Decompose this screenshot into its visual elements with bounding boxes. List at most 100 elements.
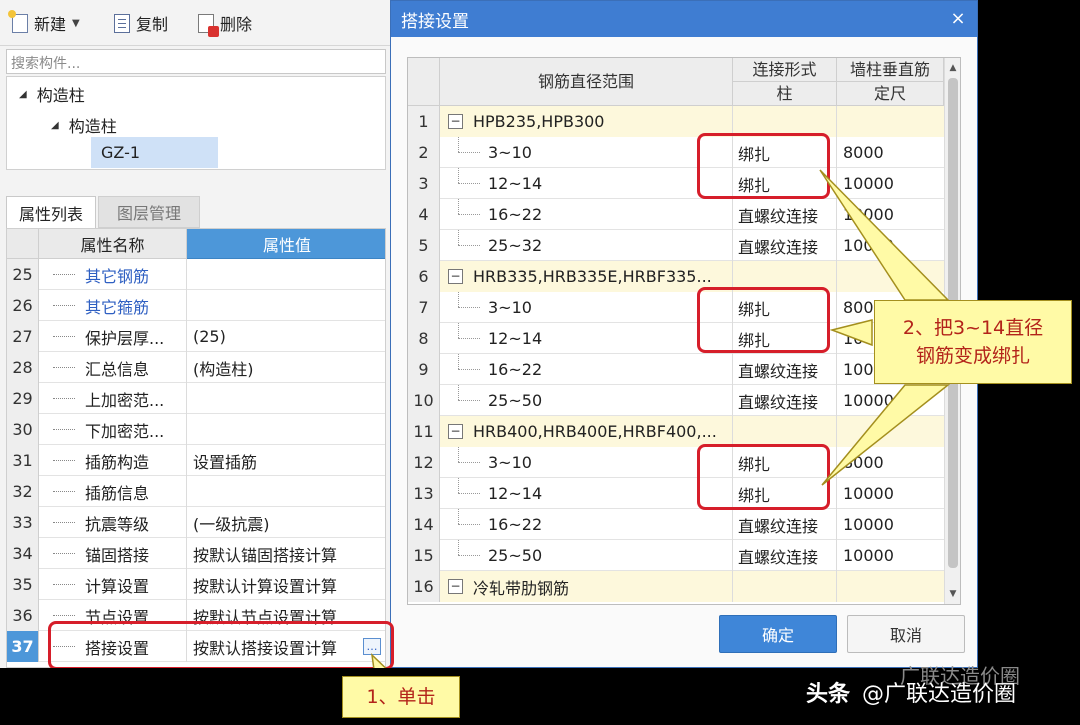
connection-cell[interactable]: 直螺纹连接	[733, 509, 837, 540]
property-value[interactable]: (构造柱)	[187, 352, 385, 383]
delete-button[interactable]: 删除	[198, 11, 253, 37]
grid-row[interactable]: 9 16~22 直螺纹连接 10000	[408, 354, 944, 385]
fixed-length-cell[interactable]	[837, 416, 944, 447]
copy-button[interactable]: 复制	[114, 11, 168, 35]
grid-row[interactable]: 12 3~10 绑扎 8000	[408, 447, 944, 478]
tree-item-gz1[interactable]: GZ-1	[101, 143, 140, 162]
grid-row-number: 4	[408, 199, 440, 230]
grid-row[interactable]: 8 12~14 绑扎 10000	[408, 323, 944, 354]
property-value[interactable]	[187, 476, 385, 507]
fixed-length-cell[interactable]: 8000	[837, 137, 944, 168]
close-icon[interactable]: ×	[947, 7, 969, 29]
chevron-down-icon[interactable]: ▼	[72, 18, 80, 29]
copy-button-label: 复制	[136, 15, 169, 34]
tree-item-child[interactable]: ◢ 构造柱	[51, 113, 117, 137]
connection-cell[interactable]	[733, 571, 837, 602]
fixed-length-cell[interactable]	[837, 571, 944, 602]
property-row[interactable]: 25 其它钢筋	[7, 259, 385, 290]
grid-group-row[interactable]: 16− 冷轧带肋钢筋	[408, 571, 944, 602]
ok-button[interactable]: 确定	[719, 615, 837, 653]
property-row[interactable]: 32 插筋信息	[7, 476, 385, 507]
grid-row-number: 11	[408, 416, 440, 447]
grid-group-row[interactable]: 1− HPB235,HPB300	[408, 106, 944, 137]
fixed-length-cell[interactable]: 10000	[837, 509, 944, 540]
property-row[interactable]: 31 插筋构造 设置插筋	[7, 445, 385, 476]
property-value[interactable]	[187, 383, 385, 414]
property-value[interactable]: 按默认锚固搭接计算	[187, 538, 385, 569]
property-value[interactable]: 设置插筋	[187, 445, 385, 476]
fixed-length-cell[interactable]	[837, 106, 944, 137]
property-value[interactable]: 按默认计算设置计算	[187, 569, 385, 600]
cancel-button[interactable]: 取消	[847, 615, 965, 653]
grid-group-row[interactable]: 11− HRB400,HRB400E,HRBF400,...	[408, 416, 944, 447]
diameter-range-cell: 16~22	[440, 509, 733, 540]
tab-layers[interactable]: 图层管理	[98, 196, 200, 228]
diameter-range-text: 25~50	[488, 391, 543, 410]
fixed-length-cell[interactable]: 10000	[837, 385, 944, 416]
fixed-length-cell[interactable]: 10000	[837, 478, 944, 509]
property-value[interactable]	[187, 414, 385, 445]
connection-cell[interactable]	[733, 416, 837, 447]
property-row[interactable]: 27 保护层厚... (25)	[7, 321, 385, 352]
diameter-range-cell: 12~14	[440, 478, 733, 509]
property-row[interactable]: 30 下加密范...	[7, 414, 385, 445]
fixed-length-cell[interactable]	[837, 261, 944, 292]
property-value[interactable]: (25)	[187, 321, 385, 352]
grid-row-number: 1	[408, 106, 440, 137]
new-button[interactable]: 新建 ▼	[8, 9, 80, 35]
scroll-down-icon[interactable]: ▼	[945, 586, 960, 602]
collapse-icon[interactable]: −	[448, 269, 463, 284]
property-row[interactable]: 33 抗震等级 (一级抗震)	[7, 507, 385, 538]
grid-row[interactable]: 14 16~22 直螺纹连接 10000	[408, 509, 944, 540]
grid-header-connection: 连接形式	[733, 58, 837, 82]
grid-row[interactable]: 7 3~10 绑扎 8000	[408, 292, 944, 323]
tree-item-label: 构造柱	[36, 86, 85, 105]
search-input[interactable]: 搜索构件...	[6, 49, 386, 74]
connection-cell[interactable]: 直螺纹连接	[733, 354, 837, 385]
property-row[interactable]: 34 锚固搭接 按默认锚固搭接计算	[7, 538, 385, 569]
collapse-icon[interactable]: −	[448, 579, 463, 594]
grid-row[interactable]: 4 16~22 直螺纹连接 10000	[408, 199, 944, 230]
expand-triangle-icon[interactable]: ◢	[51, 120, 59, 131]
connection-cell[interactable]: 直螺纹连接	[733, 199, 837, 230]
property-value[interactable]	[187, 259, 385, 290]
connection-cell[interactable]: 直螺纹连接	[733, 385, 837, 416]
property-row[interactable]: 26 其它箍筋	[7, 290, 385, 321]
property-row[interactable]: 28 汇总信息 (构造柱)	[7, 352, 385, 383]
grid-row[interactable]: 3 12~14 绑扎 10000	[408, 168, 944, 199]
scroll-up-icon[interactable]: ▲	[945, 60, 960, 76]
property-row-number: 35	[7, 569, 39, 600]
delete-button-label: 删除	[220, 15, 253, 34]
connection-cell[interactable]: 直螺纹连接	[733, 230, 837, 261]
collapse-icon[interactable]: −	[448, 424, 463, 439]
diameter-range-text: 3~10	[488, 298, 532, 317]
callout-step2-line2: 钢筋变成绑扎	[915, 345, 1030, 367]
property-value[interactable]	[187, 290, 385, 321]
grid-row[interactable]: 5 25~32 直螺纹连接 10000	[408, 230, 944, 261]
fixed-length-cell[interactable]: 10000	[837, 168, 944, 199]
collapse-icon[interactable]: −	[448, 114, 463, 129]
grid-row[interactable]: 13 12~14 绑扎 10000	[408, 478, 944, 509]
property-table: 属性名称 属性值 25 其它钢筋 26 其它箍筋 27 保护层厚... (25) 28 汇总信息…	[6, 228, 386, 668]
grid-row[interactable]: 10 25~50 直螺纹连接 10000	[408, 385, 944, 416]
fixed-length-cell[interactable]: 8000	[837, 447, 944, 478]
connection-cell[interactable]: 直螺纹连接	[733, 540, 837, 571]
property-row[interactable]: 35 计算设置 按默认计算设置计算	[7, 569, 385, 600]
new-button-label: 新建	[34, 15, 67, 34]
fixed-length-cell[interactable]: 10000	[837, 199, 944, 230]
tab-properties[interactable]: 属性列表	[6, 196, 96, 228]
grid-row-number: 16	[408, 571, 440, 602]
property-name: 计算设置	[39, 569, 187, 600]
diameter-range-text: HRB400,HRB400E,HRBF400,...	[473, 422, 717, 441]
grid-row[interactable]: 2 3~10 绑扎 8000	[408, 137, 944, 168]
fixed-length-cell[interactable]: 10000	[837, 540, 944, 571]
property-name: 上加密范...	[39, 383, 187, 414]
property-row[interactable]: 29 上加密范...	[7, 383, 385, 414]
tree-item-root[interactable]: ◢ 构造柱	[19, 82, 85, 106]
grid-row[interactable]: 15 25~50 直螺纹连接 10000	[408, 540, 944, 571]
grid-group-row[interactable]: 6− HRB335,HRB335E,HRBF335...	[408, 261, 944, 292]
panel-tabs: 属性列表 图层管理	[6, 196, 386, 228]
property-value[interactable]: (一级抗震)	[187, 507, 385, 538]
expand-triangle-icon[interactable]: ◢	[19, 89, 27, 100]
fixed-length-cell[interactable]: 10000	[837, 230, 944, 261]
